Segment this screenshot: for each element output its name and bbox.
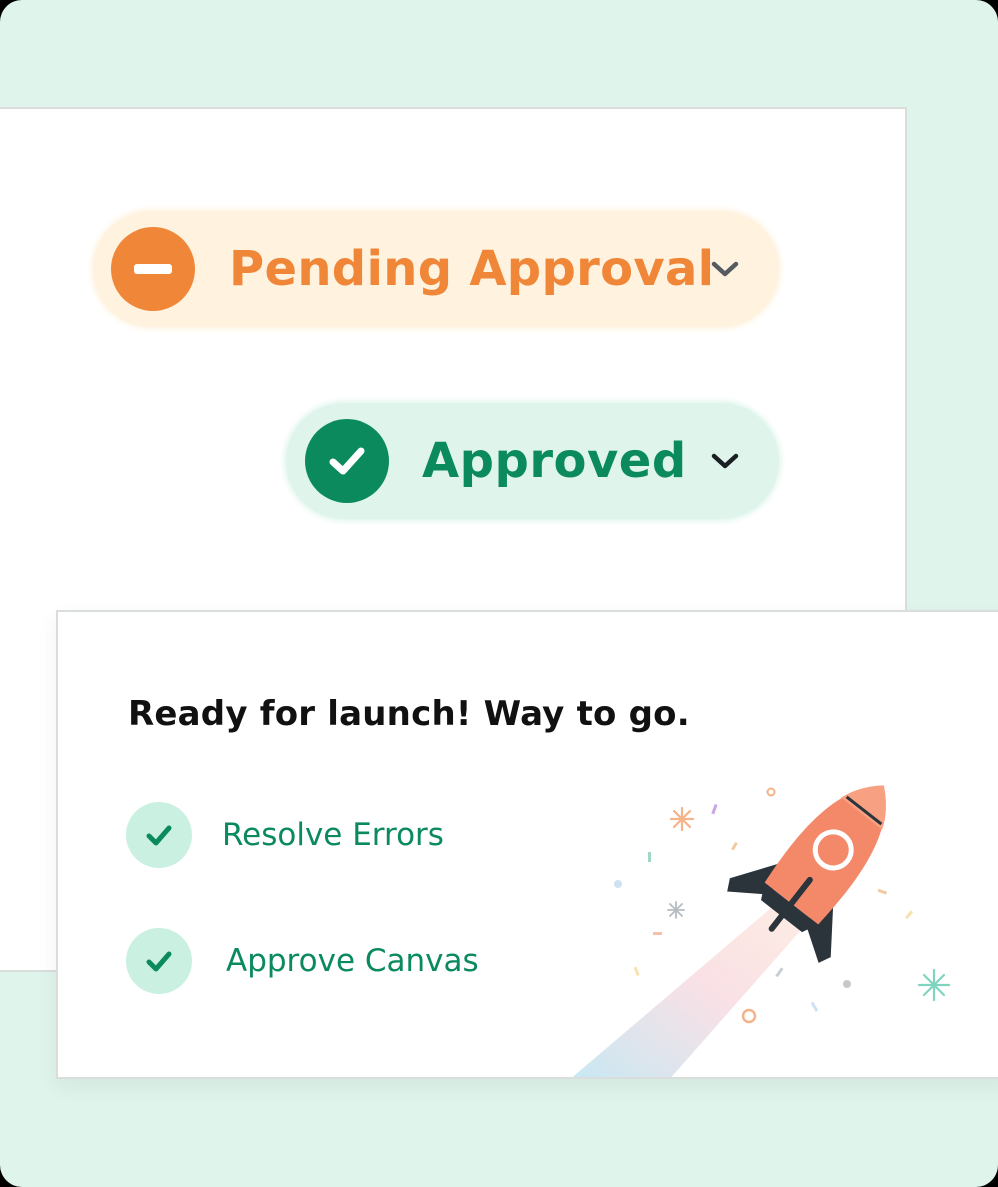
checklist-label: Approve Canvas — [226, 943, 479, 979]
status-dropdown-approved[interactable]: Approved — [286, 403, 779, 519]
check-circle-icon — [305, 419, 389, 503]
checklist-item-approve-canvas: Approve Canvas — [126, 928, 479, 994]
check-icon — [126, 802, 192, 868]
status-dropdown-pending[interactable]: Pending Approval — [93, 211, 779, 327]
minus-circle-icon — [111, 227, 195, 311]
check-icon — [126, 928, 192, 994]
status-label-approved: Approved — [422, 433, 687, 489]
status-label-pending: Pending Approval — [229, 241, 715, 297]
chevron-down-icon[interactable] — [707, 257, 743, 281]
page-background: Pending Approval Approved Ready for laun… — [0, 0, 998, 1187]
checklist-label: Resolve Errors — [222, 817, 444, 853]
checklist-item-resolve-errors: Resolve Errors — [126, 802, 444, 868]
chevron-down-icon[interactable] — [707, 449, 743, 473]
rocket-icon — [572, 785, 951, 1077]
launch-card: Ready for launch! Way to go. Resolve Err… — [56, 610, 998, 1079]
launch-title: Ready for launch! Way to go. — [128, 694, 690, 734]
